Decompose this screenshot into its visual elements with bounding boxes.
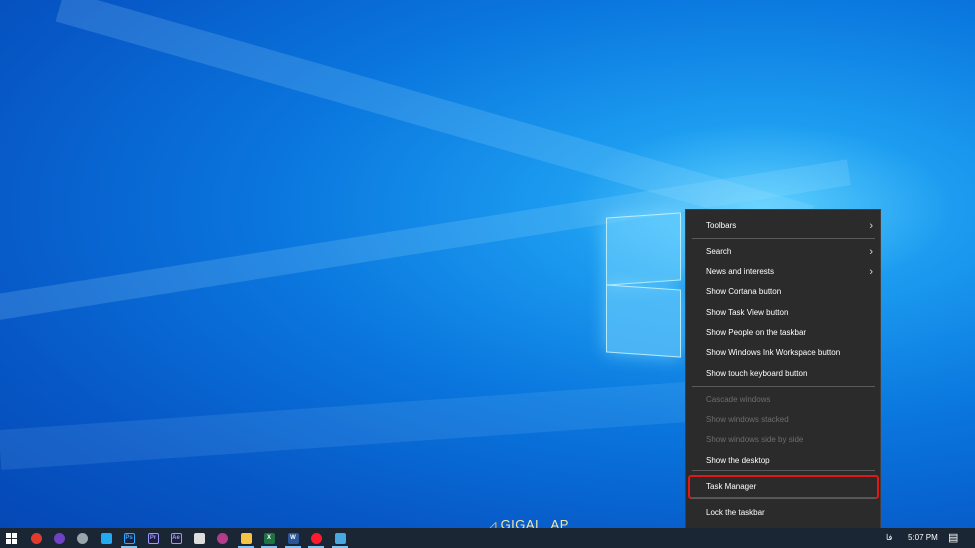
3d-app-icon[interactable] <box>188 530 210 546</box>
menu-item-label: Lock the taskbar <box>706 508 765 517</box>
opera-glyph <box>310 532 322 544</box>
menu-separator <box>692 386 875 387</box>
screen-recorder-icon[interactable] <box>25 530 47 546</box>
photos-glyph <box>334 532 346 544</box>
menu-item-show-people-on-the-taskbar[interactable]: Show People on the taskbar <box>686 324 880 342</box>
github-desktop-icon[interactable] <box>48 530 70 546</box>
menu-item-label: Task Manager <box>706 482 757 491</box>
chevron-right-icon: › <box>869 246 873 258</box>
menu-item-label: Toolbars <box>706 221 737 230</box>
menu-item-show-task-view-button[interactable]: Show Task View button <box>686 304 880 322</box>
menu-item-label: Show windows side by side <box>706 435 804 444</box>
logo-pane <box>606 212 681 286</box>
photoshop-glyph: Ps <box>123 532 135 544</box>
vscode-icon[interactable] <box>95 530 117 546</box>
taskbar-context-menu: Toolbars › Search › News and interests › Show … <box>685 209 881 548</box>
menu-item-show-windows-stacked: Show windows stacked <box>686 411 880 429</box>
winrar-glyph <box>216 532 228 544</box>
file-explorer-glyph <box>240 532 252 544</box>
menu-separator <box>692 238 875 239</box>
opera-icon[interactable] <box>305 530 327 548</box>
premiere-pro-glyph: Pr <box>147 532 159 544</box>
webcam-icon[interactable] <box>71 530 93 546</box>
after-effects-glyph: Ae <box>170 532 182 544</box>
start-icon[interactable] <box>0 530 22 546</box>
start-glyph <box>5 532 17 544</box>
winrar-icon[interactable] <box>211 530 233 546</box>
3d-app-glyph <box>193 532 205 544</box>
menu-separator <box>692 470 875 471</box>
menu-item-toolbars[interactable]: Toolbars › <box>686 217 880 235</box>
photos-icon[interactable] <box>329 530 351 548</box>
menu-item-label: Show windows stacked <box>706 415 789 424</box>
start-pane <box>11 532 17 538</box>
menu-item-label: Show Windows Ink Workspace button <box>706 348 841 357</box>
menu-item-label: Show Task View button <box>706 308 789 317</box>
menu-item-label: Show People on the taskbar <box>706 328 807 337</box>
menu-item-lock-the-taskbar[interactable]: Lock the taskbar <box>686 504 880 522</box>
menu-item-label: News and interests <box>706 267 775 276</box>
screen-recorder-glyph <box>30 532 42 544</box>
file-explorer-icon[interactable] <box>235 530 257 548</box>
photoshop-icon[interactable]: Ps <box>118 530 140 548</box>
language-indicator[interactable]: فا <box>886 528 892 548</box>
menu-item-label: Search <box>706 247 732 256</box>
menu-item-show-the-desktop[interactable]: Show the desktop <box>686 452 880 470</box>
clock[interactable]: 5:07 PM <box>908 528 938 548</box>
menu-item-cascade-windows: Cascade windows <box>686 391 880 409</box>
menu-item-label: Cascade windows <box>706 395 771 404</box>
menu-item-show-cortana-button[interactable]: Show Cortana button <box>686 283 880 301</box>
after-effects-icon[interactable]: Ae <box>165 530 187 546</box>
webcam-glyph <box>76 532 88 544</box>
chevron-right-icon: › <box>869 220 873 232</box>
menu-item-news-and-interests[interactable]: News and interests › <box>686 263 880 281</box>
start-pane <box>5 532 11 538</box>
taskbar: فا 5:07 PM ▤ Ps Pr Ae X W <box>0 528 975 548</box>
excel-icon[interactable]: X <box>258 530 280 548</box>
menu-item-label: Show Cortana button <box>706 287 782 296</box>
word-icon[interactable]: W <box>282 530 304 548</box>
start-pane <box>11 538 17 544</box>
menu-item-label: Show touch keyboard button <box>706 369 808 378</box>
notification-icon[interactable]: ▤ <box>948 528 958 548</box>
github-desktop-glyph <box>53 532 65 544</box>
logo-pane <box>606 284 681 358</box>
premiere-pro-icon[interactable]: Pr <box>142 530 164 546</box>
chevron-right-icon: › <box>869 266 873 278</box>
menu-item-show-windows-ink-workspace-button[interactable]: Show Windows Ink Workspace button <box>686 344 880 362</box>
vscode-glyph <box>100 532 112 544</box>
word-glyph: W <box>287 532 299 544</box>
menu-item-show-windows-side-by-side: Show windows side by side <box>686 431 880 449</box>
menu-item-search[interactable]: Search › <box>686 243 880 261</box>
menu-item-label: Show the desktop <box>706 456 770 465</box>
menu-item-show-touch-keyboard-button[interactable]: Show touch keyboard button <box>686 365 880 383</box>
menu-separator <box>692 498 875 499</box>
menu-item-task-manager[interactable]: Task Manager <box>688 475 879 499</box>
excel-glyph: X <box>263 532 275 544</box>
start-pane <box>5 538 11 544</box>
